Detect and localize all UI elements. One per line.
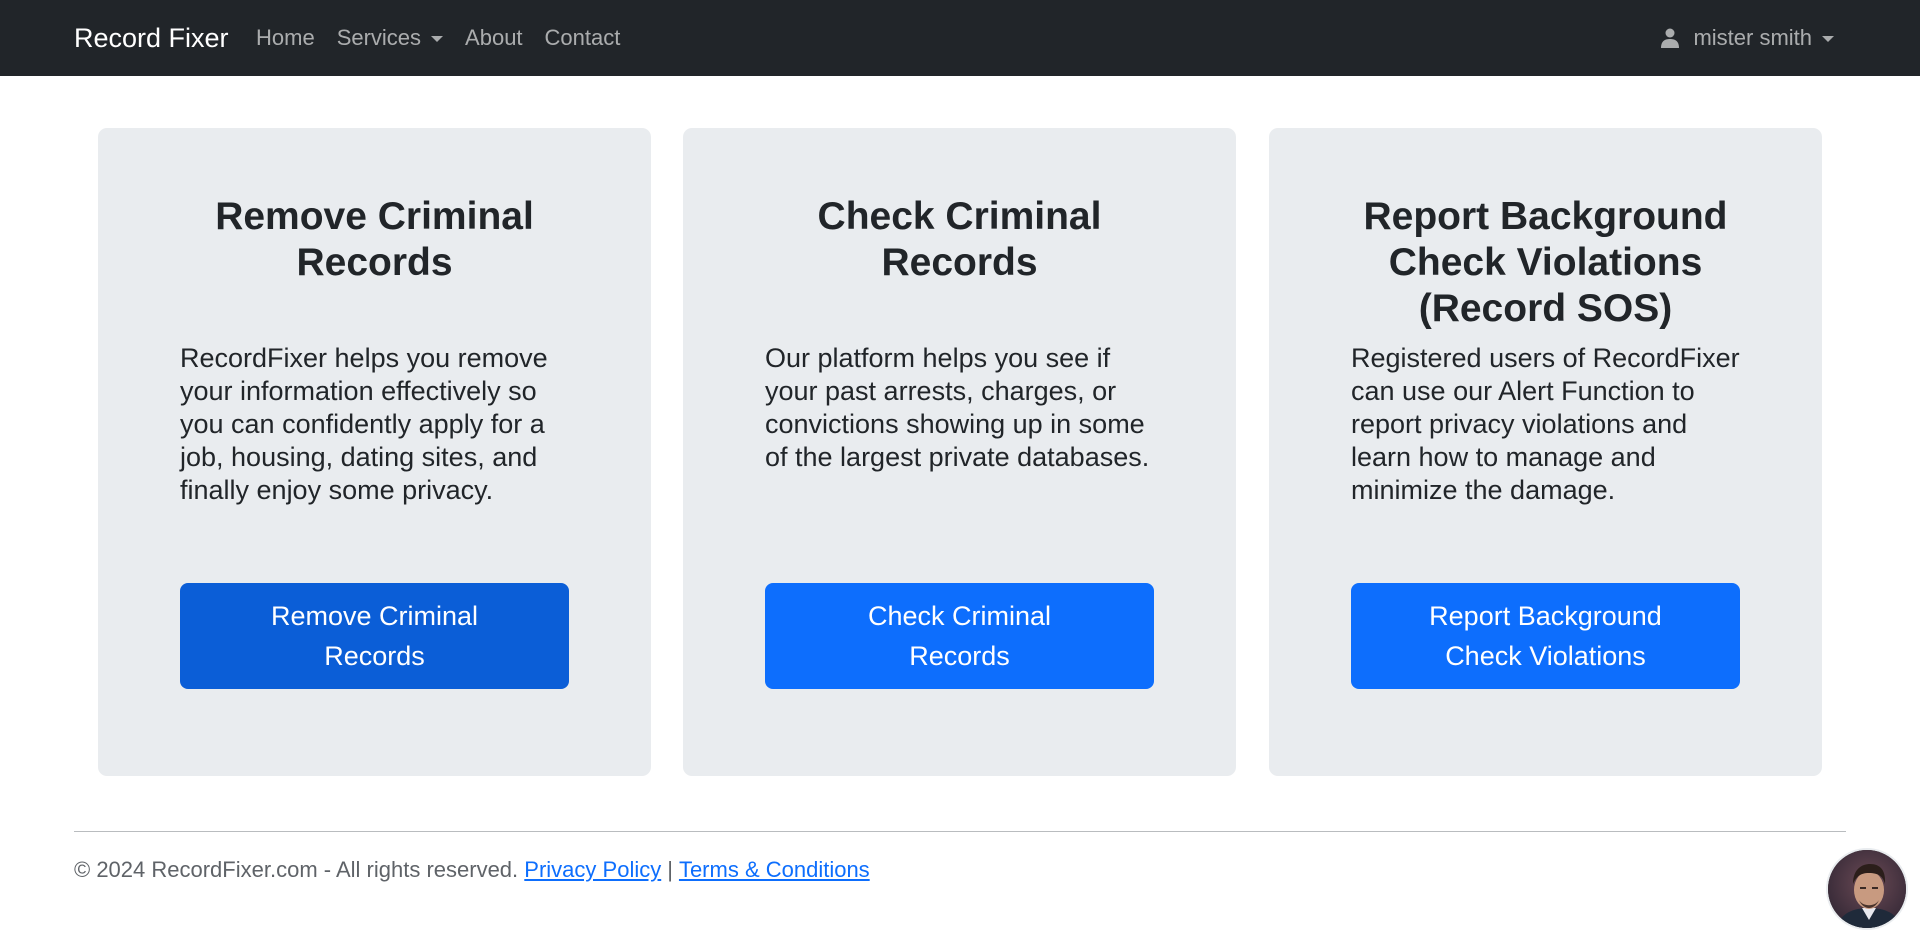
nav-about[interactable]: About [465, 25, 523, 51]
privacy-policy-link[interactable]: Privacy Policy [524, 857, 661, 883]
card-report-violations: Report Background Check Violations (Reco… [1269, 128, 1822, 776]
caret-down-icon [1822, 36, 1834, 42]
card-remove-records: Remove Criminal Records RecordFixer help… [98, 128, 651, 776]
card-text: RecordFixer helps you remove your inform… [180, 343, 548, 505]
person-icon [1661, 28, 1680, 48]
footer: © 2024 RecordFixer.com - All rights rese… [74, 857, 870, 883]
brand-logo[interactable]: Record Fixer [74, 0, 229, 76]
footer-divider [74, 831, 1846, 832]
nav-services-label: Services [336, 25, 422, 50]
user-name: mister smith [1693, 25, 1812, 50]
nav-links: Home Services About Contact [256, 0, 642, 76]
avatar-portrait-icon [1828, 850, 1906, 928]
card-title: Check Criminal Records [817, 195, 1102, 284]
remove-records-button[interactable]: Remove Criminal Records [180, 583, 569, 689]
terms-link[interactable]: Terms & Conditions [679, 857, 870, 883]
footer-separator: | [667, 857, 673, 882]
card-text: Registered users of RecordFixer can use … [1351, 343, 1740, 505]
check-records-button[interactable]: Check Criminal Records [765, 583, 1154, 689]
card-text: Our platform helps you see if your past … [765, 343, 1150, 472]
copyright-text: © 2024 RecordFixer.com - All rights rese… [74, 857, 519, 882]
card-title: Report Background Check Violations (Reco… [1363, 195, 1728, 330]
card-title: Remove Criminal Records [215, 195, 534, 284]
navbar: Record Fixer Home Services About Contact… [0, 0, 1920, 76]
nav-home[interactable]: Home [256, 25, 315, 51]
caret-down-icon [431, 36, 444, 42]
nav-services-dropdown[interactable]: Services [336, 25, 444, 51]
nav-contact[interactable]: Contact [545, 25, 621, 51]
user-menu-dropdown[interactable]: mister smith [1661, 0, 1834, 76]
report-violations-button[interactable]: Report Background Check Violations [1351, 583, 1740, 689]
card-check-records: Check Criminal Records Our platform help… [683, 128, 1236, 776]
chat-avatar[interactable] [1826, 848, 1908, 930]
